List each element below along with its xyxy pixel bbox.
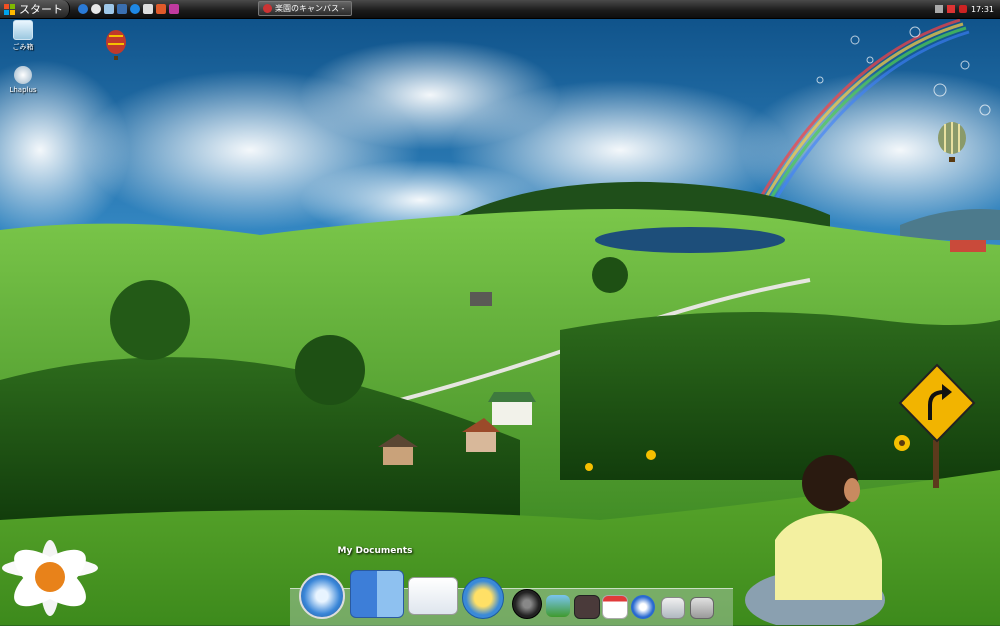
quicktime-icon[interactable]: [631, 595, 655, 619]
desktop-wallpaper: [0, 0, 1000, 625]
dock: [290, 570, 733, 626]
volume-icon[interactable]: [946, 5, 955, 13]
desktop-icon-label: ごみ箱: [12, 43, 34, 51]
app-icon: [263, 4, 272, 13]
ie-icon[interactable]: [130, 4, 140, 14]
antivirus-icon[interactable]: [958, 5, 967, 13]
start-button[interactable]: スタート: [0, 0, 70, 18]
desktop-icon-lhaplus[interactable]: Lhaplus: [3, 66, 43, 94]
folder-icon[interactable]: [104, 4, 114, 14]
mail-icon[interactable]: [408, 577, 458, 615]
ichat-icon[interactable]: [462, 577, 504, 619]
itunes-icon[interactable]: [512, 589, 542, 619]
ie-icon[interactable]: [78, 4, 88, 14]
taskbar: スタート 楽園のキャンバス - 17:31: [0, 0, 1000, 19]
media-icon[interactable]: [117, 4, 127, 14]
chrome-icon[interactable]: [91, 4, 101, 14]
desktop-icon-recycle-bin[interactable]: ごみ箱: [3, 20, 43, 52]
lhaplus-icon: [14, 66, 32, 84]
finder-icon[interactable]: [350, 570, 404, 618]
iphoto-icon[interactable]: [546, 595, 570, 617]
notepad-icon[interactable]: [143, 4, 153, 14]
network-icon[interactable]: [934, 5, 943, 13]
dock-hover-label: My Documents: [337, 546, 413, 556]
taskbar-window-button[interactable]: 楽園のキャンバス -: [258, 1, 352, 16]
windows-logo-icon: [4, 3, 15, 15]
quick-launch: [78, 4, 179, 14]
paint-icon[interactable]: [156, 4, 166, 14]
drive-icon[interactable]: [690, 597, 714, 619]
recycle-bin-icon: [13, 20, 33, 40]
utilities-icon[interactable]: [661, 597, 685, 619]
clock[interactable]: 17:31: [971, 5, 994, 14]
desktop-icon-label: Lhaplus: [9, 86, 37, 94]
start-label: スタート: [19, 3, 63, 16]
ical-icon[interactable]: [602, 595, 628, 619]
safari-icon[interactable]: [299, 573, 345, 619]
game-icon[interactable]: [169, 4, 179, 14]
imovie-icon[interactable]: [574, 595, 600, 619]
taskbar-window-title: 楽園のキャンバス -: [275, 4, 345, 13]
system-tray: 17:31: [930, 0, 1000, 18]
